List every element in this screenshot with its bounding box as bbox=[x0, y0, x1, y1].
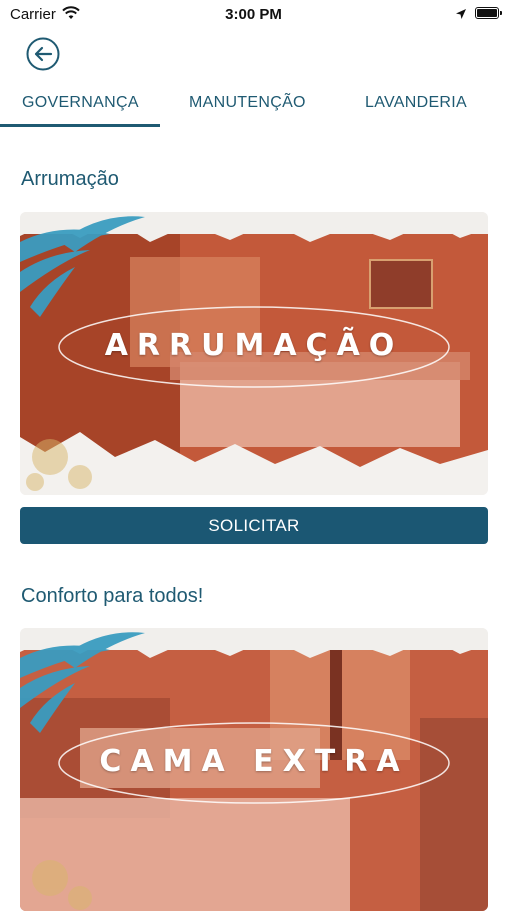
location-arrow-icon bbox=[455, 7, 467, 25]
battery-icon bbox=[475, 7, 502, 19]
card-label-arrumacao: ARRUMAÇÃO bbox=[104, 328, 404, 363]
clock: 3:00 PM bbox=[225, 6, 282, 23]
card-label-cama-extra: CAMA EXTRA bbox=[99, 744, 409, 779]
solicitar-button[interactable]: SOLICITAR bbox=[20, 507, 488, 544]
status-bar: Carrier 3:00 PM bbox=[0, 0, 507, 30]
tab-governanca[interactable]: GOVERNANÇA bbox=[22, 94, 139, 112]
arrow-left-icon bbox=[26, 37, 60, 71]
tab-lavanderia[interactable]: LAVANDERIA bbox=[365, 94, 467, 112]
section-title-conforto: Conforto para todos! bbox=[21, 585, 204, 607]
back-button[interactable] bbox=[26, 37, 60, 71]
service-card-arrumacao[interactable]: ARRUMAÇÃO bbox=[20, 212, 488, 495]
tab-manutencao[interactable]: MANUTENÇÃO bbox=[189, 94, 306, 112]
category-tabs: GOVERNANÇA MANUTENÇÃO LAVANDERIA bbox=[0, 86, 507, 128]
section-title-arrumacao: Arrumação bbox=[21, 168, 119, 190]
service-card-cama-extra[interactable]: CAMA EXTRA bbox=[20, 628, 488, 911]
active-tab-indicator bbox=[0, 124, 160, 127]
